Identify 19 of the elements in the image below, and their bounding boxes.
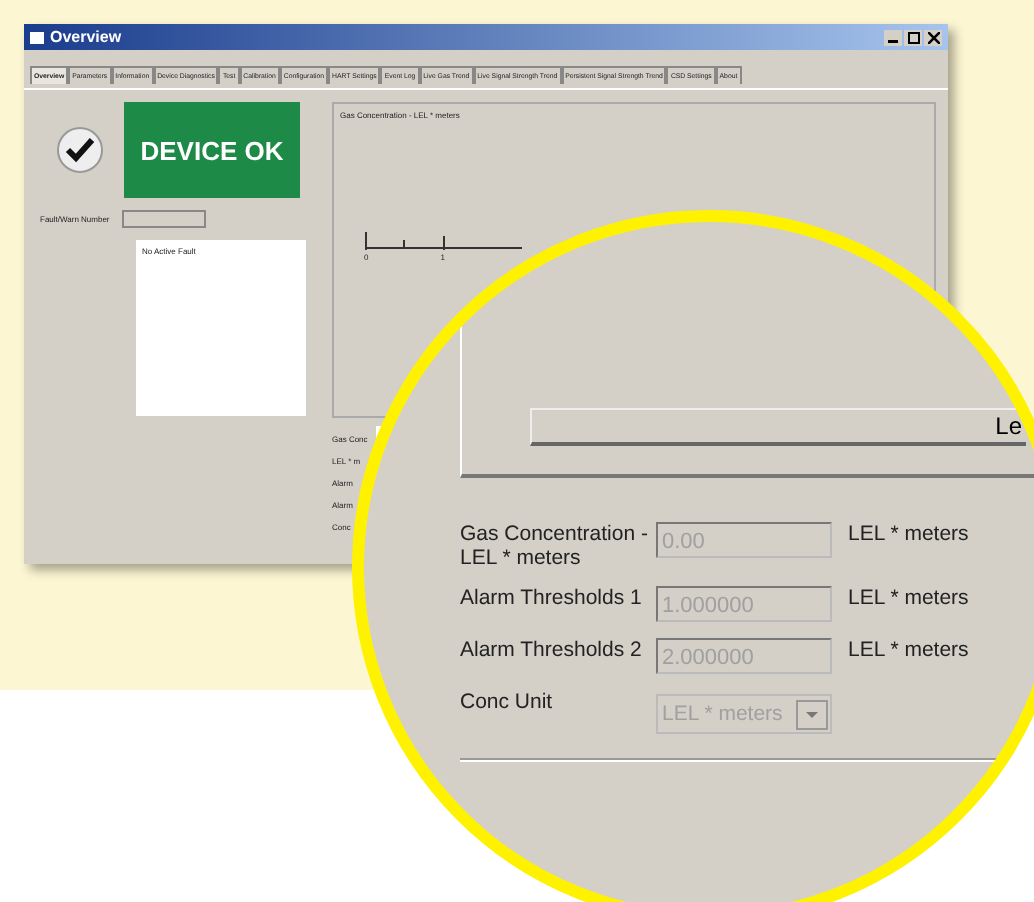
window-icon (30, 31, 44, 43)
fault-number-field[interactable] (121, 210, 206, 228)
close-icon (927, 31, 939, 43)
maximize-icon (907, 31, 919, 43)
minimize-button[interactable] (884, 29, 902, 45)
scroll-bar-label: Le (995, 412, 1022, 440)
maximize-button[interactable] (904, 29, 922, 45)
unit-label: LEL * meters (848, 586, 969, 610)
unit-label: LEL * meters (848, 522, 969, 546)
field-label: Alarm Thresholds 2 (460, 638, 644, 662)
scroll-bar[interactable]: Le (530, 408, 1026, 446)
device-status-banner: DEVICE OK (124, 102, 300, 198)
checkmark-icon (56, 126, 104, 174)
field-label: Conc Unit (460, 690, 555, 714)
close-button[interactable] (924, 29, 942, 45)
window-title: Overview (50, 28, 124, 46)
unit-label: LEL * meters (848, 638, 969, 662)
field-label: Gas Concentration - LEL * meters (460, 522, 650, 570)
field-label: Alarm Thresholds 1 (460, 586, 644, 610)
